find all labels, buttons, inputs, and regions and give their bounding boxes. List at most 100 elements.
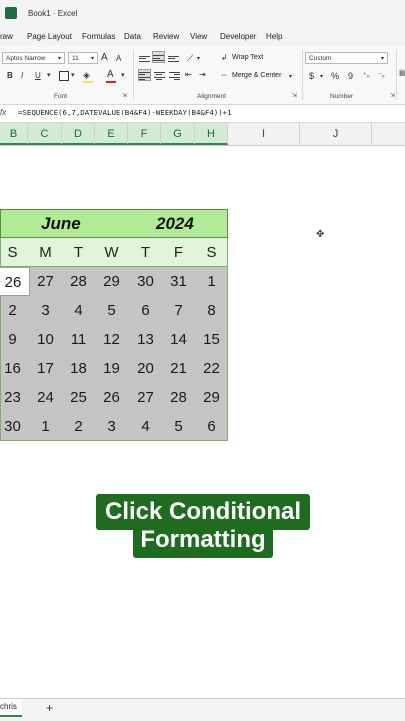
- italic-button[interactable]: I: [21, 71, 23, 81]
- calendar-month[interactable]: June: [41, 214, 81, 234]
- calendar-day-cell[interactable]: 28: [162, 383, 195, 412]
- borders-icon[interactable]: [59, 71, 69, 81]
- merge-center-button[interactable]: Merge & Center: [232, 72, 281, 79]
- align-right-icon[interactable]: [169, 70, 180, 80]
- calendar-day-cell[interactable]: 12: [95, 325, 128, 354]
- calendar-day-cell[interactable]: 26: [95, 383, 128, 412]
- font-size-dropdown[interactable]: 11 ▾: [68, 52, 98, 64]
- column-header-f[interactable]: F: [128, 123, 161, 145]
- calendar-day-cell[interactable]: 21: [162, 354, 195, 383]
- calendar-day-cell[interactable]: 8: [195, 296, 228, 325]
- calendar-day-cell[interactable]: 1: [195, 267, 228, 296]
- column-header-j[interactable]: J: [300, 123, 372, 145]
- underline-button[interactable]: U: [35, 71, 41, 81]
- calendar-day-cell[interactable]: 19: [95, 354, 128, 383]
- calendar-day-cell[interactable]: 3: [95, 412, 128, 441]
- calendar-day-cell[interactable]: 24: [29, 383, 62, 412]
- column-header-c[interactable]: C: [28, 123, 62, 145]
- number-dialog-launcher-icon[interactable]: ⇲: [390, 92, 395, 99]
- calendar-day-cell[interactable]: 26: [0, 267, 30, 296]
- column-header-h[interactable]: H: [195, 123, 228, 145]
- calendar-day-cell[interactable]: 27: [129, 383, 162, 412]
- calendar-day-cell[interactable]: 9: [0, 325, 29, 354]
- calendar-day-cell[interactable]: 4: [129, 412, 162, 441]
- calendar-day-cell[interactable]: 23: [0, 383, 29, 412]
- menu-formulas[interactable]: Formulas: [82, 32, 115, 41]
- column-header-b[interactable]: B: [0, 123, 28, 145]
- chevron-down-icon[interactable]: ▾: [197, 54, 200, 64]
- fx-icon[interactable]: fx: [0, 108, 6, 117]
- calendar-day-cell[interactable]: 29: [95, 267, 128, 296]
- column-header-i[interactable]: I: [228, 123, 300, 145]
- calendar-year[interactable]: 2024: [156, 214, 194, 234]
- calendar-day-cell[interactable]: 3: [29, 296, 62, 325]
- calendar-day-cell[interactable]: 16: [0, 354, 29, 383]
- calendar-day-cell[interactable]: 17: [29, 354, 62, 383]
- wrap-text-button[interactable]: Wrap Text: [232, 54, 263, 61]
- calendar-day-cell[interactable]: 4: [62, 296, 95, 325]
- increase-indent-icon[interactable]: ⇥: [199, 70, 206, 80]
- calendar-day-cell[interactable]: 30: [129, 267, 162, 296]
- font-dialog-launcher-icon[interactable]: ⇲: [122, 92, 127, 99]
- comma-style-button[interactable]: 9: [348, 71, 353, 81]
- add-sheet-button[interactable]: +: [46, 701, 53, 715]
- calendar-day-cell[interactable]: 1: [29, 412, 62, 441]
- menu-review[interactable]: Review: [153, 32, 179, 41]
- fill-color-icon[interactable]: ◈: [83, 70, 90, 80]
- calendar-day-cell[interactable]: 30: [0, 412, 29, 441]
- percent-button[interactable]: %: [331, 71, 339, 81]
- grow-font-button[interactable]: A: [101, 53, 108, 63]
- calendar-day-cell[interactable]: 27: [29, 267, 62, 296]
- chevron-down-icon[interactable]: ▾: [289, 72, 292, 82]
- calendar-day-cell[interactable]: 7: [162, 296, 195, 325]
- chevron-down-icon[interactable]: ▾: [121, 71, 125, 81]
- align-left-icon[interactable]: [138, 69, 151, 81]
- decrease-indent-icon[interactable]: ⇤: [185, 70, 192, 80]
- calendar-day-cell[interactable]: 15: [195, 325, 228, 354]
- alignment-dialog-launcher-icon[interactable]: ⇲: [292, 92, 297, 99]
- calendar-day-cell[interactable]: 22: [195, 354, 228, 383]
- chevron-down-icon[interactable]: ▾: [71, 71, 75, 81]
- calendar-day-cell[interactable]: 6: [129, 296, 162, 325]
- menu-draw[interactable]: raw: [0, 32, 13, 41]
- align-top-icon[interactable]: [139, 54, 150, 64]
- calendar-day-cell[interactable]: 20: [129, 354, 162, 383]
- align-bottom-icon[interactable]: [168, 54, 179, 64]
- font-color-icon[interactable]: A: [107, 70, 114, 80]
- merge-center-icon[interactable]: ⇔: [220, 70, 228, 80]
- formula-input[interactable]: =SEQUENCE(6,7,DATEVALUE(B4&F4)-WEEKDAY(B…: [18, 108, 232, 117]
- calendar-day-cell[interactable]: 13: [129, 325, 162, 354]
- increase-decimal-icon[interactable]: ⁺₀: [363, 71, 370, 81]
- calendar-day-cell[interactable]: 6: [195, 412, 228, 441]
- calendar-day-cell[interactable]: 5: [162, 412, 195, 441]
- calendar-day-cell[interactable]: 11: [62, 325, 95, 354]
- column-header-d[interactable]: D: [62, 123, 95, 145]
- shrink-font-button[interactable]: A: [116, 54, 121, 64]
- sheet-tab-chris[interactable]: chris: [0, 699, 22, 717]
- calendar-day-cell[interactable]: 2: [62, 412, 95, 441]
- calendar-day-cell[interactable]: 25: [62, 383, 95, 412]
- menu-page-layout[interactable]: Page Layout: [27, 32, 72, 41]
- menu-data[interactable]: Data: [124, 32, 141, 41]
- chevron-down-icon[interactable]: ▾: [320, 72, 323, 82]
- wrap-text-icon[interactable]: ↲: [221, 53, 228, 63]
- column-header-e[interactable]: E: [95, 123, 128, 145]
- decrease-decimal-icon[interactable]: ⁻₀: [378, 71, 385, 81]
- column-header-g[interactable]: G: [161, 123, 195, 145]
- number-format-dropdown[interactable]: Custom ▾: [305, 52, 388, 64]
- calendar-day-cell[interactable]: 28: [62, 267, 95, 296]
- calendar-day-cell[interactable]: 5: [95, 296, 128, 325]
- conditional-formatting-icon[interactable]: ▤: [399, 68, 405, 78]
- orientation-icon[interactable]: ⟋: [187, 53, 193, 63]
- menu-view[interactable]: View: [190, 32, 207, 41]
- calendar-day-cell[interactable]: 10: [29, 325, 62, 354]
- align-center-icon[interactable]: [154, 70, 165, 80]
- chevron-down-icon[interactable]: ▾: [47, 71, 51, 81]
- menu-help[interactable]: Help: [266, 32, 282, 41]
- calendar-day-cell[interactable]: 18: [62, 354, 95, 383]
- align-middle-icon[interactable]: [152, 51, 165, 63]
- menu-developer[interactable]: Developer: [220, 32, 256, 41]
- bold-button[interactable]: B: [7, 71, 13, 81]
- calendar-day-cell[interactable]: 29: [195, 383, 228, 412]
- calendar-day-cell[interactable]: 2: [0, 296, 29, 325]
